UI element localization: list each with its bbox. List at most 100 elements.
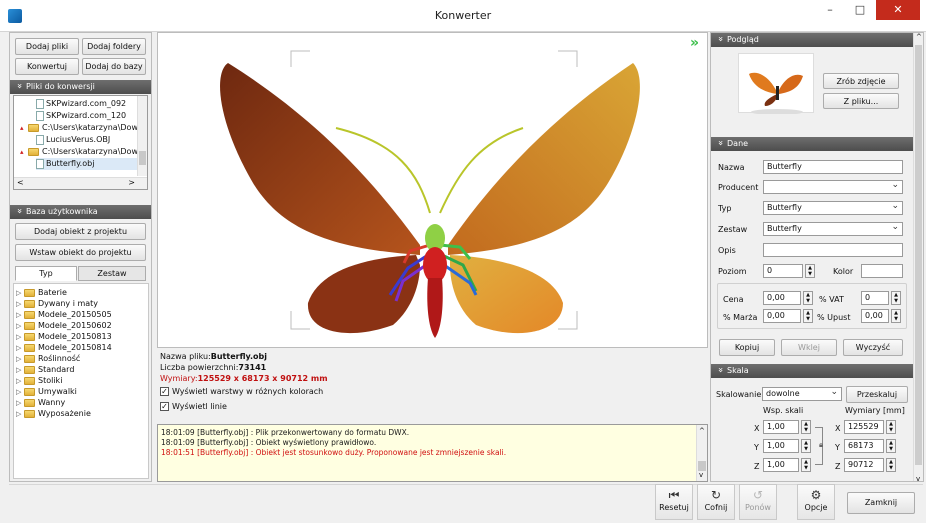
model-viewport[interactable]: » xyxy=(157,32,708,348)
vat-field[interactable]: 0 xyxy=(861,291,889,305)
maximize-button[interactable]: □ xyxy=(846,0,874,20)
discount-spinner[interactable]: ▲ ▼ xyxy=(891,309,901,323)
scroll-right-icon[interactable]: > xyxy=(128,178,135,187)
log-panel[interactable]: 18:01:09 [Butterfly.obj] : Plik przekonw… xyxy=(157,424,708,482)
tree-item[interactable]: ▷ Modele_20150602 xyxy=(14,320,148,331)
collapse-arrow-icon[interactable]: ▴ xyxy=(20,122,28,134)
dim-y-field[interactable]: 68173 xyxy=(844,439,884,453)
redo-button[interactable]: ↺ Ponów xyxy=(739,484,777,520)
data-section-header[interactable]: Dane xyxy=(711,137,914,151)
tree-item[interactable]: ▷ Wanny xyxy=(14,397,148,408)
expand-arrow-icon[interactable]: ▷ xyxy=(16,409,24,420)
scale-z-field[interactable]: 1,00 xyxy=(763,458,799,472)
level-field[interactable]: 0 xyxy=(763,264,803,278)
tree-item[interactable]: ▷ Standard xyxy=(14,364,148,375)
description-field[interactable] xyxy=(763,243,903,257)
user-base-section-header[interactable]: Baza użytkownika xyxy=(10,205,151,219)
rescale-button[interactable]: Przeskaluj xyxy=(846,386,908,403)
convert-button[interactable]: Konwertuj xyxy=(15,58,79,75)
category-tree[interactable]: ▷ Baterie ▷ Dywany i maty ▷ Modele_20150505 ▷ M… xyxy=(13,283,149,479)
tree-item[interactable]: ▷ Modele_20150813 xyxy=(14,331,148,342)
price-field[interactable]: 0,00 xyxy=(763,291,801,305)
add-files-button[interactable]: Dodaj pliki xyxy=(15,38,79,55)
tree-item[interactable]: ▷ Wyposażenie xyxy=(14,408,148,419)
level-spinner[interactable]: ▲ ▼ xyxy=(805,264,815,278)
dim-y-spinner[interactable]: ▲ ▼ xyxy=(886,439,896,453)
producer-select[interactable] xyxy=(763,180,903,194)
name-field[interactable]: Butterfly xyxy=(763,160,903,174)
scroll-up-icon[interactable]: ^ xyxy=(916,33,922,41)
checkbox-checked-icon[interactable]: ✓ xyxy=(160,402,169,411)
undo-button[interactable]: ↻ Cofnij xyxy=(697,484,735,520)
minimize-button[interactable]: – xyxy=(816,0,844,20)
scale-y-field[interactable]: 1,00 xyxy=(763,439,799,453)
file-list-item[interactable]: SKPwizard.com_092 xyxy=(36,98,126,110)
add-to-base-button[interactable]: Dodaj do bazy xyxy=(82,58,146,75)
files-vscrollbar[interactable] xyxy=(137,96,147,176)
add-folders-button[interactable]: Dodaj foldery xyxy=(82,38,146,55)
add-object-from-project-button[interactable]: Dodaj obiekt z projektu xyxy=(15,223,146,240)
file-list-item[interactable]: Butterfly.obj xyxy=(36,158,137,170)
insert-object-to-project-button[interactable]: Wstaw obiekt do projektu xyxy=(15,244,146,261)
tree-item[interactable]: ▷ Baterie xyxy=(14,287,148,298)
vat-spinner[interactable]: ▲ ▼ xyxy=(891,291,901,305)
scale-y-spinner[interactable]: ▲ ▼ xyxy=(801,439,811,453)
from-file-button[interactable]: Z pliku... xyxy=(823,93,899,109)
options-button[interactable]: ⚙ Opcje xyxy=(797,484,835,520)
scale-x-spinner[interactable]: ▲ ▼ xyxy=(801,420,811,434)
lock-icon[interactable]: 🔒︎ xyxy=(819,440,823,450)
right-panel-vscrollbar[interactable]: ^ v xyxy=(913,33,923,481)
file-list-item[interactable]: SKPwizard.com_120 xyxy=(36,110,126,122)
type-select[interactable]: Butterfly xyxy=(763,201,903,215)
copy-button[interactable]: Kopiuj xyxy=(719,339,775,356)
tree-item[interactable]: ▷ Modele_20150505 xyxy=(14,309,148,320)
close-button[interactable]: Zamknij xyxy=(847,492,915,514)
close-window-button[interactable]: ✕ xyxy=(876,0,920,20)
tree-item[interactable]: ▷ Umywalki xyxy=(14,386,148,397)
price-spinner[interactable]: ▲ ▼ xyxy=(803,291,813,305)
take-photo-button[interactable]: Zrób zdjęcie xyxy=(823,73,899,89)
scroll-down-icon[interactable]: v xyxy=(699,471,703,479)
scale-section-header[interactable]: Skala xyxy=(711,364,914,378)
tab-set[interactable]: Zestaw xyxy=(78,266,146,281)
reset-button[interactable]: ⏮ Resetuj xyxy=(655,484,693,520)
set-select[interactable]: Butterfly xyxy=(763,222,903,236)
margin-spinner[interactable]: ▲ ▼ xyxy=(803,309,813,323)
collapse-right-icon[interactable]: » xyxy=(690,35,699,51)
collapse-arrow-icon[interactable]: ▴ xyxy=(20,146,28,158)
scroll-left-icon[interactable]: < xyxy=(17,178,24,187)
preview-section-header[interactable]: Podgląd xyxy=(711,33,914,47)
tree-item[interactable]: ▷ Stoliki xyxy=(14,375,148,386)
file-list-item[interactable]: ▴ C:\Users\katarzyna\Dow xyxy=(20,146,138,158)
tree-item[interactable]: ▷ Dywany i maty xyxy=(14,298,148,309)
clear-button[interactable]: Wyczyść xyxy=(843,339,903,356)
scroll-up-icon[interactable]: ^ xyxy=(699,427,705,435)
set-label: Zestaw xyxy=(718,225,748,234)
dim-x-field[interactable]: 125529 xyxy=(844,420,884,434)
tree-item[interactable]: ▷ Modele_20150814 xyxy=(14,342,148,353)
butterfly-model xyxy=(220,50,640,338)
log-vscrollbar[interactable]: ^ v xyxy=(696,425,707,481)
dim-z-field[interactable]: 90712 xyxy=(844,458,884,472)
files-list[interactable]: SKPwizard.com_092 SKPwizard.com_120 ▴ C:\Us… xyxy=(13,95,148,190)
paste-button[interactable]: Wklej xyxy=(781,339,837,356)
files-hscrollbar[interactable]: < > xyxy=(14,177,147,189)
dim-x-spinner[interactable]: ▲ ▼ xyxy=(886,420,896,434)
checkbox-checked-icon[interactable]: ✓ xyxy=(160,387,169,396)
layers-colors-checkbox[interactable]: ✓ Wyświetl warstwy w różnych kolorach xyxy=(160,387,323,396)
tab-type[interactable]: Typ xyxy=(15,266,77,281)
tree-item[interactable]: ▷ Roślinność xyxy=(14,353,148,364)
color-field[interactable] xyxy=(861,264,903,278)
file-list-item[interactable]: ▴ C:\Users\katarzyna\Dow xyxy=(20,122,138,134)
show-lines-checkbox[interactable]: ✓ Wyświetl linie xyxy=(160,402,227,411)
files-section-header[interactable]: Pliki do konwersji xyxy=(10,80,151,94)
file-list-item[interactable]: LuciusVerus.OBJ xyxy=(36,134,110,146)
dim-z-spinner[interactable]: ▲ ▼ xyxy=(886,458,896,472)
left-lower-wing xyxy=(307,255,420,334)
scale-z-spinner[interactable]: ▲ ▼ xyxy=(801,458,811,472)
discount-field[interactable]: 0,00 xyxy=(861,309,889,323)
scale-x-field[interactable]: 1,00 xyxy=(763,420,799,434)
scaling-select[interactable]: dowolne xyxy=(762,387,842,401)
scroll-down-icon[interactable]: v xyxy=(916,475,920,481)
margin-field[interactable]: 0,00 xyxy=(763,309,801,323)
